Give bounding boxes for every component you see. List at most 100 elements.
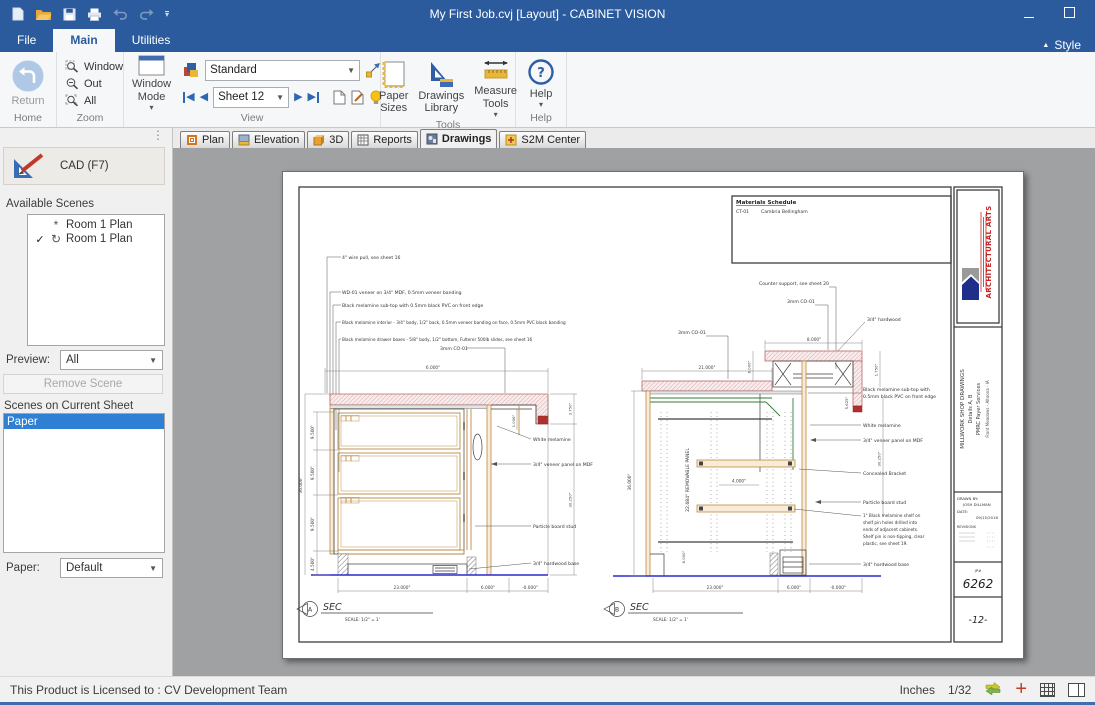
svg-text:Black melamine sub-top with: Black melamine sub-top with: [863, 387, 930, 393]
svg-text:ends of adjacent cabinets.: ends of adjacent cabinets.: [863, 527, 918, 532]
zoom-all-icon: [65, 94, 79, 107]
drawing-page[interactable]: .s{stroke:#3e3e3e;stroke-width:0.7;fill:…: [282, 171, 1024, 659]
zoom-all-button[interactable]: All: [65, 94, 123, 107]
tab-s2m-center[interactable]: S2M Center: [499, 131, 586, 148]
svg-text:White melamine: White melamine: [863, 423, 901, 429]
svg-text:3.750": 3.750": [568, 402, 573, 415]
edit-sheet-icon[interactable]: [351, 90, 365, 105]
svg-text:plastic, see sheet 19.: plastic, see sheet 19.: [863, 541, 908, 546]
customize-qat-icon[interactable]: ▾: [165, 11, 169, 17]
page-layout-toggle-icon[interactable]: [1068, 683, 1085, 697]
materials-schedule: Materials Schedule CT-01 Cambria Belling…: [732, 196, 951, 263]
ribbon-group-zoom: Window Out All Zoom: [57, 52, 124, 127]
job-label: JP#: [974, 568, 982, 573]
available-scenes-list[interactable]: * Room 1 Plan ✓ ↻ Room 1 Plan: [27, 214, 165, 346]
callout: 4" wire pull, see sheet 16: [342, 255, 401, 261]
style-button[interactable]: ▲ Style: [1042, 38, 1095, 52]
view-style-combobox[interactable]: Standard ▼: [205, 60, 360, 81]
sheet-border: [299, 187, 1002, 642]
minimize-button[interactable]: [1024, 5, 1034, 23]
lower-counter-b: [642, 381, 802, 394]
sheet-scenes-list[interactable]: Paper: [3, 413, 165, 553]
scene-list-item[interactable]: ✓ ↻ Room 1 Plan: [28, 232, 164, 246]
window-buttons: [1024, 5, 1095, 23]
counter-support-green: [650, 398, 793, 470]
drawings-library-button[interactable]: Drawings Library: [414, 60, 468, 115]
scene-list-item[interactable]: * Room 1 Plan: [28, 218, 164, 232]
svg-text:Shelf pin is non-tipping, clea: Shelf pin is non-tipping, clear: [863, 534, 925, 539]
dim-top: 6.000": [325, 365, 548, 393]
group-label-help: Help: [516, 112, 566, 127]
svg-text:SEC: SEC: [630, 602, 649, 613]
drawing-canvas[interactable]: Plan Elevation 3D Reports Drawings S2M C…: [173, 128, 1095, 676]
tab-file[interactable]: File: [0, 29, 53, 52]
tab-elevation[interactable]: Elevation: [232, 131, 305, 148]
window-mode-button[interactable]: Window Mode ▾: [128, 55, 175, 112]
ribbon-group-help: ? Help ▾ Help: [516, 52, 567, 127]
drawings-tab-icon: [426, 133, 438, 145]
zoom-out-button[interactable]: Out: [65, 77, 123, 90]
snap-toggle-icon[interactable]: [984, 682, 1002, 698]
remove-scene-button[interactable]: Remove Scene: [3, 374, 163, 394]
tab-utilities[interactable]: Utilities: [115, 29, 188, 52]
tab-plan[interactable]: Plan: [180, 131, 230, 148]
materials-name: Cambria Bellingham: [761, 209, 808, 215]
sheet-scene-item-selected[interactable]: Paper: [4, 414, 164, 429]
group-label-home: Home: [0, 112, 56, 127]
previous-sheet-icon[interactable]: ◀: [200, 92, 208, 103]
cad-button[interactable]: CAD (F7): [3, 147, 165, 185]
project-line2: Details A, B: [968, 394, 974, 424]
firm-logo: [962, 268, 979, 300]
dim-21: 21.000": [642, 365, 772, 380]
paper-sizes-button[interactable]: Paper Sizes: [375, 60, 412, 115]
callout: 3mm CO-01: [787, 299, 815, 305]
job-number: 6262: [963, 577, 994, 591]
dims-bottom-a: 23.000" 6.000" -0.000": [338, 578, 548, 593]
revision-rows: [959, 533, 995, 547]
callout: 3/4" hardwood: [867, 317, 901, 323]
last-sheet-icon[interactable]: ▶: [308, 92, 319, 103]
print-icon[interactable]: [87, 8, 102, 21]
svg-text:30.250": 30.250": [568, 492, 573, 507]
new-sheet-icon[interactable]: [333, 90, 346, 105]
preview-dropdown[interactable]: All ▼: [60, 350, 163, 370]
paper-dropdown[interactable]: Default ▼: [60, 558, 163, 578]
first-sheet-icon[interactable]: ◀: [183, 92, 194, 103]
tab-3d[interactable]: 3D: [307, 131, 349, 148]
next-sheet-icon[interactable]: ▶: [294, 92, 302, 103]
drawings-library-icon: [427, 60, 455, 88]
save-icon[interactable]: [63, 8, 76, 21]
svg-text:Particle board stud: Particle board stud: [533, 524, 576, 530]
svg-text:9.500": 9.500": [310, 466, 316, 480]
tab-main[interactable]: Main: [53, 29, 114, 52]
help-button[interactable]: ? Help ▾: [523, 58, 559, 110]
grid-toggle-icon[interactable]: [1040, 683, 1055, 697]
scale-value[interactable]: 1/32: [948, 683, 971, 697]
tab-drawings[interactable]: Drawings: [420, 129, 498, 148]
refresh-scene-icon: ↻: [50, 233, 62, 245]
sheet-selector[interactable]: Sheet 12 ▼: [213, 87, 289, 108]
status-bar: This Product is Licensed to : CV Develop…: [0, 676, 1095, 705]
zoom-window-button[interactable]: Window: [65, 60, 123, 73]
measure-tools-button[interactable]: Measure Tools ▾: [470, 55, 521, 119]
dropdown-arrow-icon: ▼: [149, 564, 157, 573]
tab-reports[interactable]: Reports: [351, 131, 418, 148]
units-value[interactable]: Inches: [900, 683, 935, 697]
dropdown-arrow-icon: ▾: [150, 103, 154, 112]
page-area[interactable]: .s{stroke:#3e3e3e;stroke-width:0.7;fill:…: [173, 148, 1095, 676]
svg-text:3/4" hardwood base: 3/4" hardwood base: [533, 561, 579, 567]
svg-text:6.000": 6.000": [747, 360, 752, 373]
panel-grip-icon[interactable]: ⋮: [152, 128, 164, 142]
return-button[interactable]: Return: [7, 59, 49, 108]
svg-text:1" Black melamine shelf on: 1" Black melamine shelf on: [863, 513, 921, 518]
svg-text:1.750": 1.750": [874, 363, 879, 376]
help-icon: ?: [527, 58, 555, 86]
svg-text:SCALE: 1/2" = 1': SCALE: 1/2" = 1': [653, 617, 688, 622]
new-file-icon[interactable]: [12, 7, 24, 21]
svg-text:6.000": 6.000": [426, 365, 440, 371]
svg-text:30.250": 30.250": [877, 451, 882, 466]
open-folder-icon[interactable]: [35, 8, 52, 21]
maximize-button[interactable]: [1064, 5, 1075, 23]
svg-text:6.000": 6.000": [481, 585, 495, 591]
section-a: 4" wire pull, see sheet 16 WD-01 veneer …: [297, 255, 593, 622]
